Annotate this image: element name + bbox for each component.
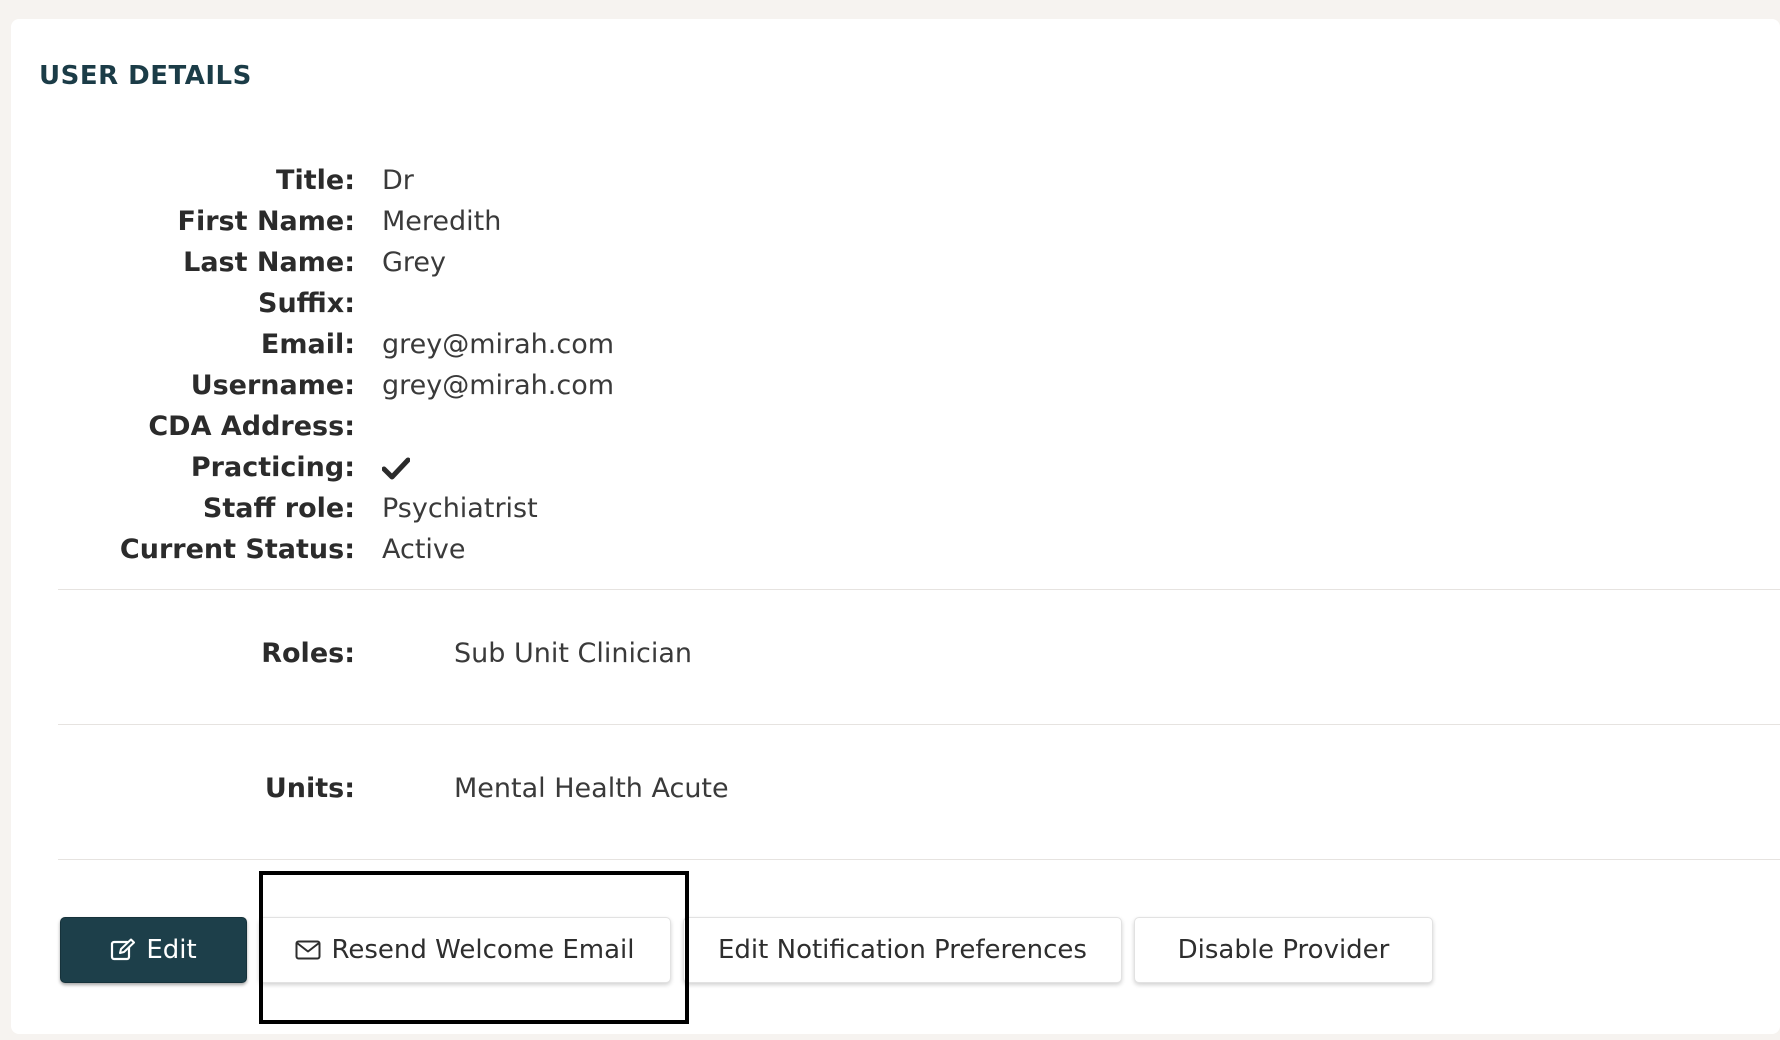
detail-row-first-name: First Name: Meredith	[11, 201, 911, 242]
detail-label: Username:	[190, 370, 355, 401]
divider	[58, 724, 1780, 725]
detail-row-suffix: Suffix:	[11, 283, 911, 324]
section-title: USER DETAILS	[39, 61, 252, 91]
detail-row-current-status: Current Status: Active	[11, 529, 911, 570]
detail-value: grey@mirah.com	[382, 329, 615, 360]
detail-label: Last Name:	[183, 247, 355, 278]
envelope-icon	[295, 940, 321, 960]
detail-value: Meredith	[382, 206, 502, 237]
detail-label: Email:	[260, 329, 355, 360]
detail-label: Title:	[276, 165, 355, 196]
checkmark-icon	[382, 457, 410, 480]
detail-value: grey@mirah.com	[382, 370, 615, 401]
detail-value: Dr	[382, 165, 414, 196]
roles-label: Roles:	[261, 638, 355, 669]
detail-value: Psychiatrist	[382, 493, 538, 524]
detail-row-username: Username: grey@mirah.com	[11, 365, 911, 406]
edit-icon	[111, 938, 136, 961]
detail-label: Suffix:	[258, 288, 355, 319]
roles-row: Roles: Sub Unit Clinician	[11, 633, 1011, 674]
divider	[58, 859, 1780, 860]
edit-notification-preferences-label: Edit Notification Preferences	[718, 935, 1087, 965]
user-details-list: Title: Dr First Name: Meredith Last Name…	[11, 160, 911, 570]
roles-value: Sub Unit Clinician	[454, 638, 692, 669]
detail-value: Active	[382, 534, 466, 565]
detail-label: First Name:	[177, 206, 355, 237]
detail-row-staff-role: Staff role: Psychiatrist	[11, 488, 911, 529]
disable-provider-button[interactable]: Disable Provider	[1134, 917, 1433, 983]
units-value: Mental Health Acute	[454, 773, 729, 804]
units-row: Units: Mental Health Acute	[11, 768, 1011, 809]
divider	[58, 589, 1780, 590]
edit-button[interactable]: Edit	[60, 917, 247, 983]
edit-notification-preferences-button[interactable]: Edit Notification Preferences	[683, 917, 1122, 983]
detail-label: Staff role:	[202, 493, 355, 524]
detail-label: CDA Address:	[148, 411, 355, 442]
user-details-card: USER DETAILS Title: Dr First Name: Mered…	[11, 19, 1780, 1034]
edit-button-label: Edit	[146, 935, 197, 965]
detail-row-cda-address: CDA Address:	[11, 406, 911, 447]
detail-row-last-name: Last Name: Grey	[11, 242, 911, 283]
detail-label: Practicing:	[190, 452, 355, 483]
units-label: Units:	[264, 773, 355, 804]
detail-row-email: Email: grey@mirah.com	[11, 324, 911, 365]
detail-row-practicing: Practicing:	[11, 447, 911, 488]
detail-row-title: Title: Dr	[11, 160, 911, 201]
resend-welcome-email-button[interactable]: Resend Welcome Email	[259, 917, 671, 983]
disable-provider-label: Disable Provider	[1177, 935, 1390, 965]
resend-welcome-email-label: Resend Welcome Email	[331, 935, 635, 965]
detail-value: Grey	[382, 247, 447, 278]
detail-label: Current Status:	[119, 534, 355, 565]
